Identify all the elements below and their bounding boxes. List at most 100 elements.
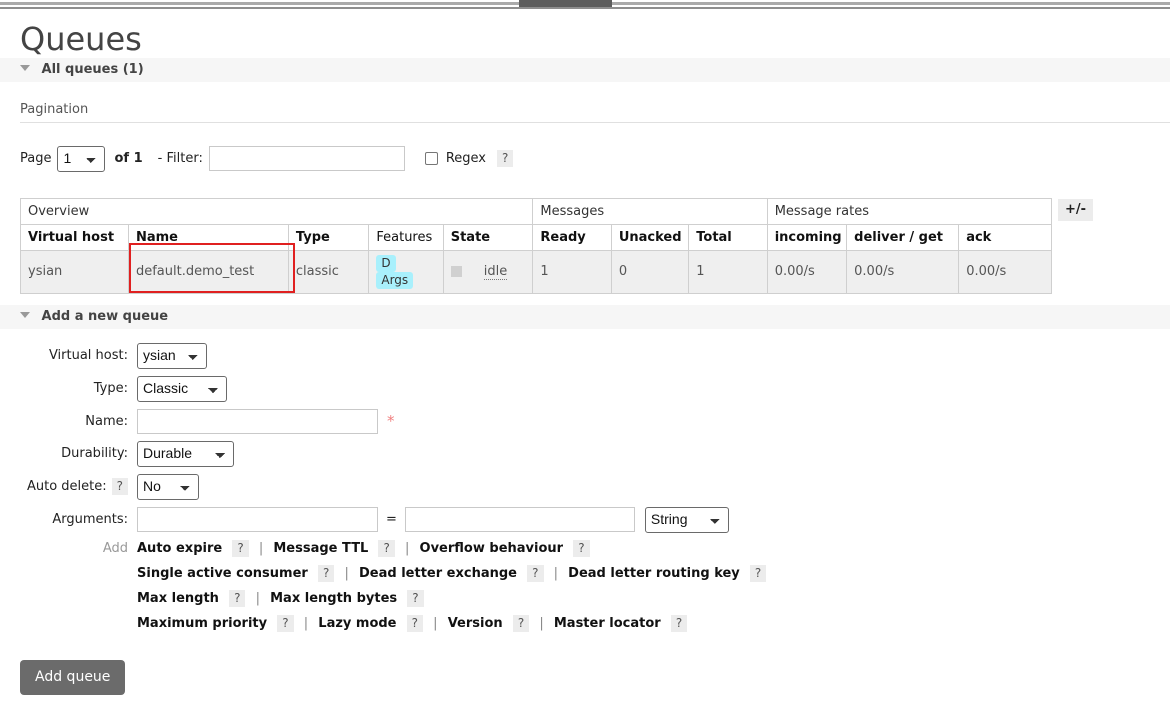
preset-max-length[interactable]: Max length [137,591,219,606]
preset-lazy-mode-help-icon[interactable]: ? [406,614,424,632]
preset-max-length-bytes-help-icon[interactable]: ? [407,589,424,607]
preset-max-length-help-icon[interactable]: ? [229,589,246,607]
preset-dead-letter-exchange[interactable]: Dead letter exchange [359,566,517,581]
col-type[interactable]: Type [287,223,370,251]
cell-type: classic [287,249,370,294]
preset-message-ttl[interactable]: Message TTL [273,541,368,556]
regex-help-icon[interactable]: ? [497,150,514,168]
form-row-virtual-host: Virtual host: ysian [20,342,1170,369]
preset-dead-letter-routing-key-help-icon[interactable]: ? [749,564,767,582]
cell-queue-name[interactable]: default.demo_test [127,249,289,294]
col-ack[interactable]: ack [958,223,1052,251]
preset-overflow-behaviour-help-icon[interactable]: ? [573,539,590,557]
type-label: Type: [93,381,128,397]
page-of-label: of 1 [114,151,143,167]
name-label: Name: [85,413,128,429]
add-queue-submit-button[interactable]: Add queue [20,659,126,695]
col-incoming[interactable]: incoming [766,223,848,251]
required-asterisk: * [387,412,395,431]
auto-delete-help-icon[interactable]: ? [111,478,128,496]
toggle-columns-button[interactable]: +/- [1058,198,1094,221]
col-unacked[interactable]: Unacked [610,223,690,251]
auto-delete-label: Auto delete:? [20,478,137,496]
virtual-host-label: Virtual host: [48,348,128,364]
pagination-rule [20,121,1170,123]
type-select[interactable]: Classic [137,375,227,402]
form-row-auto-delete: Auto delete:? No [20,473,1170,500]
preset-maximum-priority[interactable]: Maximum priority [137,616,267,631]
col-deliver-get[interactable]: deliver / get [846,223,960,251]
preset-master-locator-help-icon[interactable]: ? [670,614,688,632]
cell-total: 1 [688,249,768,294]
add-queue-form: Virtual host: ysian Type: Classic Name: … [0,342,1170,640]
filter-label: - Filter: [157,151,203,167]
preset-line-2: Single active consumer ? | Dead letter e… [137,564,767,582]
form-row-name: Name: * [20,408,1170,434]
col-total[interactable]: Total [688,223,768,251]
section-header-all-queues-label: All queues (1) [41,61,144,77]
regex-checkbox[interactable] [424,152,438,166]
durability-select[interactable]: Durable [137,440,234,467]
queue-name-input[interactable] [137,408,378,434]
preset-auto-expire[interactable]: Auto expire [137,541,222,556]
durability-label: Durability: [61,446,128,462]
cell-unacked: 0 [610,249,690,294]
argument-presets: Add Auto expire ? | Message TTL ? | Over… [20,539,1170,640]
col-name[interactable]: Name [127,223,289,251]
preset-single-active-consumer[interactable]: Single active consumer [137,566,308,581]
preset-maximum-priority-help-icon[interactable]: ? [277,614,294,632]
table-column-header-row: Virtual host Name Type Features State Re… [20,223,1052,251]
badge-durable[interactable]: D [376,254,396,272]
auto-delete-label-text: Auto delete: [26,479,107,495]
virtual-host-select[interactable]: ysian [137,342,207,369]
preset-single-active-consumer-help-icon[interactable]: ? [317,564,335,582]
auto-delete-select[interactable]: No [137,473,199,500]
page-title: Queues [20,20,142,58]
arguments-label: Arguments: [52,512,128,528]
cell-deliver-get: 0.00/s [846,249,960,294]
argument-value-input[interactable] [404,507,635,533]
col-features: Features [368,223,444,251]
preset-separator: | [539,615,544,631]
cell-ack: 0.00/s [958,249,1052,294]
main-content: Queues All queues (1) Pagination Page 1 … [0,9,1170,695]
section-header-all-queues[interactable]: All queues (1) [0,56,1170,82]
preset-version-help-icon[interactable]: ? [512,614,530,632]
preset-message-ttl-help-icon[interactable]: ? [378,539,395,557]
group-overview: Overview [19,197,534,225]
cell-ready: 1 [532,249,612,294]
preset-dead-letter-exchange-help-icon[interactable]: ? [527,564,544,582]
col-state[interactable]: State [442,223,534,251]
top-navigation-bar [0,0,1170,9]
preset-master-locator[interactable]: Master locator [554,616,661,631]
preset-auto-expire-help-icon[interactable]: ? [232,539,249,557]
page-label: Page [20,151,52,167]
group-message-rates: Message rates [766,197,1053,225]
cell-state: idle [442,249,534,294]
page-select[interactable]: 1 [57,145,106,172]
table-group-header-row: Overview Messages Message rates [19,197,1053,225]
cell-incoming: 0.00/s [766,249,848,294]
preset-lazy-mode[interactable]: Lazy mode [318,616,396,631]
filter-input[interactable] [208,146,405,172]
preset-version[interactable]: Version [448,616,503,631]
pagination-controls: Page 1 of 1 - Filter: Regex ? [20,145,1170,172]
badge-args[interactable]: Args [376,271,414,289]
section-header-add-queue[interactable]: Add a new queue [0,303,1170,329]
table-row: ysian default.demo_test classic DArgs id… [20,249,1052,294]
preset-dead-letter-routing-key[interactable]: Dead letter routing key [568,566,740,581]
chevron-down-icon [20,312,30,319]
arguments-equals-sign: = [386,512,397,528]
col-virtual-host[interactable]: Virtual host [20,223,129,251]
pagination-block: Pagination Page 1 of 1 - Filter: Regex ? [0,102,1170,172]
preset-line-4: Maximum priority ? | Lazy mode ? | Versi… [137,614,766,632]
queues-table: Overview Messages Message rates Virtual … [19,197,1053,294]
col-ready[interactable]: Ready [532,223,612,251]
queues-table-container: Overview Messages Message rates Virtual … [0,197,1170,294]
preset-separator: | [303,615,309,631]
argument-type-select[interactable]: String [644,506,729,533]
preset-overflow-behaviour[interactable]: Overflow behaviour [420,541,564,556]
preset-max-length-bytes[interactable]: Max length bytes [270,591,397,606]
form-row-type: Type: Classic [20,375,1170,402]
argument-key-input[interactable] [137,507,378,533]
